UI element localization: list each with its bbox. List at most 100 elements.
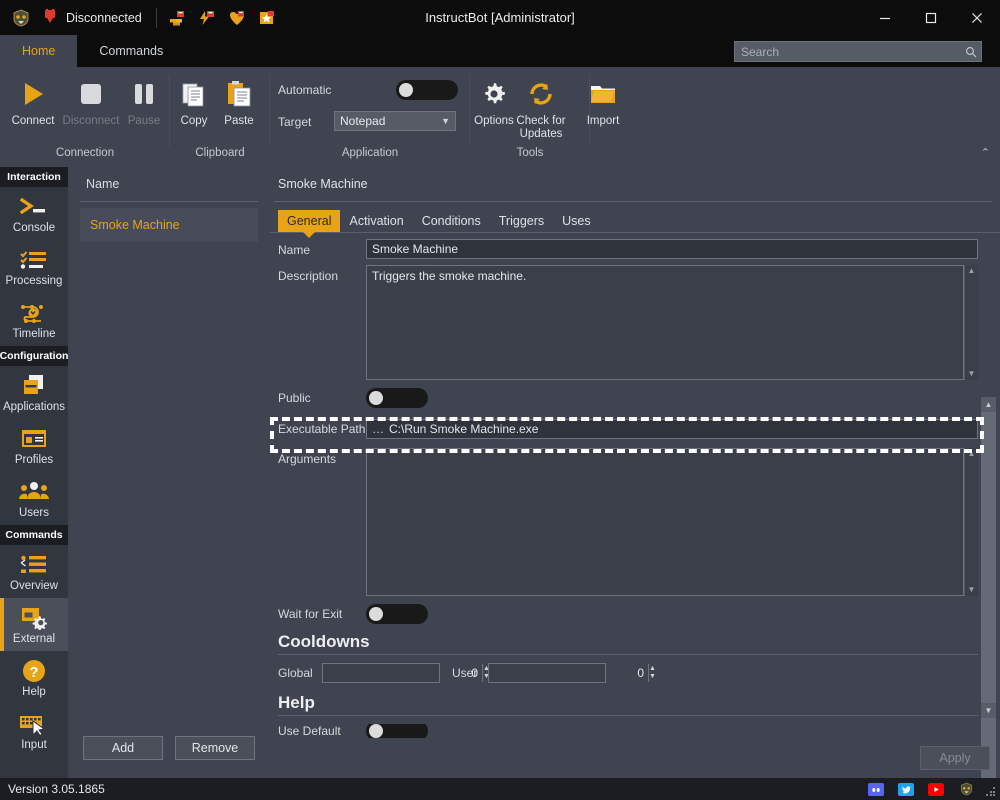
remove-button[interactable]: Remove [175,736,255,760]
options-label: Options [474,115,514,127]
wait-for-exit-label: Wait for Exit [278,607,343,621]
group-title-clipboard: Clipboard [195,147,245,159]
refresh-icon [527,73,555,115]
add-button[interactable]: Add [83,736,163,760]
name-input[interactable] [366,239,978,259]
connect-label: Connect [11,115,55,127]
scroll-down-icon[interactable]: ▼ [968,370,976,378]
discord-icon[interactable] [868,781,884,797]
sidebar-item-input[interactable]: Input [0,704,68,757]
paste-button[interactable]: Paste [210,73,268,141]
cooldowns-row: Global ▲▼ User ▲▼ [278,663,978,683]
target-combobox[interactable]: Notepad ▼ [334,111,456,131]
toggle-knob [369,607,383,621]
arguments-textarea[interactable] [366,448,964,596]
description-label: Description [278,269,339,283]
executable-path-field[interactable]: … C:\Run Smoke Machine.exe [366,419,978,439]
ribbon-group-tools: Options Check for Updates Import Tools [470,67,619,163]
field-row-public: Public [278,386,978,410]
scroll-up-icon[interactable]: ▲ [968,267,976,275]
global-cooldown-spinner[interactable]: ▲▼ [322,663,490,683]
spin-down-icon[interactable]: ▼ [649,673,656,680]
search-icon[interactable] [961,46,981,58]
status-bar-icons [868,781,974,797]
maximize-button[interactable] [908,0,954,35]
group-title-application: Application [341,147,399,159]
options-button[interactable]: Options [470,73,518,141]
twitter-icon[interactable] [898,781,914,797]
minimize-button[interactable] [862,0,908,35]
tab-general[interactable]: General [278,210,341,238]
sidebar-item-help[interactable]: ? Help [0,651,68,704]
timeline-icon [19,299,49,327]
tab-uses[interactable]: Uses [553,210,599,232]
scrollbar-thumb[interactable] [981,412,996,800]
sidebar-item-users[interactable]: Users [0,472,68,525]
wait-for-exit-toggle[interactable] [366,604,428,624]
sidebar-item-overview[interactable]: Overview [0,545,68,598]
description-scrollbar[interactable]: ▲ ▼ [964,265,978,380]
toggle-knob [369,724,383,738]
apply-button[interactable]: Apply [920,746,990,770]
ribbon-tab-home[interactable]: Home [0,35,78,67]
tab-conditions[interactable]: Conditions [413,210,490,232]
sidebar-header-interaction: Interaction [0,167,68,187]
user-cooldown-spinner[interactable]: ▲▼ [488,663,656,683]
tabs-divider [270,232,1000,233]
detail-scrollbar[interactable]: ▲ ▼ [981,397,996,800]
search-input[interactable] [735,44,961,59]
scroll-up-icon[interactable]: ▲ [981,397,996,412]
arguments-textarea-wrap: ▲ ▼ [366,448,978,596]
ribbon: Connect Disconnect Pause Connection Copy… [0,67,1000,163]
public-toggle[interactable] [366,388,428,408]
sidebar-item-console[interactable]: Console [0,187,68,240]
import-button[interactable]: Import [578,73,628,141]
spin-up-icon[interactable]: ▲ [649,665,656,672]
collapse-ribbon-icon[interactable]: ⌃ [981,146,990,159]
close-button[interactable] [954,0,1000,35]
chevron-down-icon: ▼ [441,116,450,126]
sidebar-item-applications[interactable]: Applications [0,366,68,419]
sidebar-label: Users [18,507,50,519]
browse-ellipsis-button[interactable]: … [367,422,389,436]
tab-triggers[interactable]: Triggers [490,210,553,232]
description-textarea[interactable]: Triggers the smoke machine. [366,265,964,380]
connect-button[interactable]: Connect [2,73,64,141]
check-for-updates-button[interactable]: Check for Updates [512,73,570,141]
detail-title-divider [274,201,992,202]
folder-open-icon [589,73,617,115]
pause-icon [129,73,159,115]
executable-path-label: Executable Path [278,422,366,436]
sidebar-item-profiles[interactable]: Profiles [0,419,68,472]
field-row-use-default: Use Default [278,724,978,738]
list-item[interactable]: Smoke Machine [80,208,258,242]
paste-label: Paste [224,115,254,127]
user-cooldown-input[interactable] [489,666,648,680]
star-badge-icon[interactable] [259,10,275,26]
tab-activation[interactable]: Activation [340,210,412,232]
heart-badge-icon[interactable] [229,10,245,26]
resize-grip-icon[interactable] [986,787,996,797]
ribbon-tab-commands[interactable]: Commands [77,35,185,67]
scroll-down-icon[interactable]: ▼ [968,586,976,594]
arguments-label: Arguments [278,452,337,466]
use-default-toggle[interactable] [366,724,428,738]
sidebar-item-processing[interactable]: Processing [0,240,68,293]
detail-title: Smoke Machine [278,177,368,191]
gold-bars-icon[interactable] [169,10,185,26]
spinner-arrows[interactable]: ▲ ▼ [648,664,656,682]
arguments-scrollbar[interactable]: ▲ ▼ [964,448,978,596]
scroll-down-icon[interactable]: ▼ [981,703,996,718]
youtube-icon[interactable] [928,781,944,797]
automatic-toggle[interactable] [396,80,458,100]
app-logo-icon[interactable] [958,781,974,797]
field-row-executable-path: Executable Path … C:\Run Smoke Machine.e… [278,416,978,442]
sidebar-item-external[interactable]: External [0,598,68,651]
lightning-badge-icon[interactable] [199,10,215,26]
scroll-up-icon[interactable]: ▲ [968,450,976,458]
search-box[interactable] [734,41,982,62]
global-cooldown-input[interactable] [323,666,482,680]
general-form: Name Description Triggers the smoke mach… [278,239,978,740]
sidebar-item-timeline[interactable]: Timeline [0,293,68,346]
window-controls [862,0,1000,35]
